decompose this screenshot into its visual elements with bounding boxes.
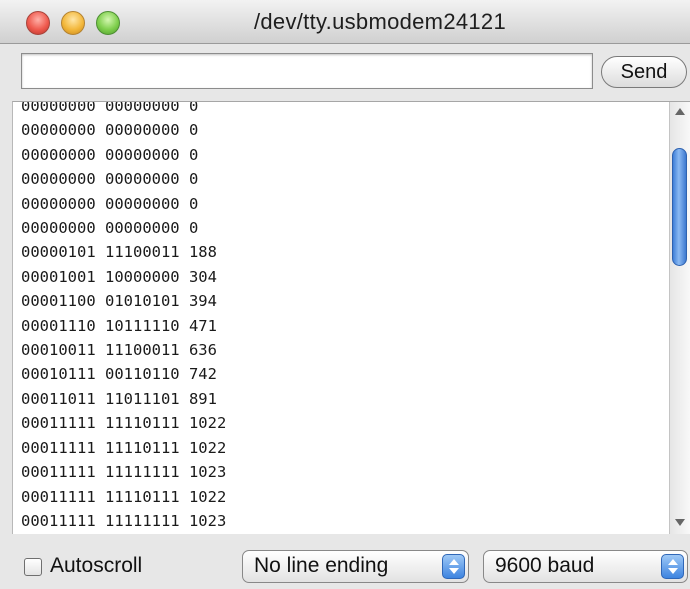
scroll-thumb[interactable] (672, 148, 687, 266)
serial-output-lines: 00000000 00000000 0 00000000 00000000 0 00… (21, 101, 661, 533)
serial-output-line: 00000000 00000000 0 (21, 145, 199, 164)
baud-rate-select[interactable]: 9600 baud (483, 550, 688, 583)
serial-output-line: 00011011 11011101 891 (21, 389, 217, 408)
autoscroll-checkbox[interactable] (24, 558, 42, 576)
zoom-window-icon[interactable] (96, 11, 120, 35)
serial-output-line: 00001110 10111110 471 (21, 316, 217, 335)
serial-output-line: 00000000 00000000 0 (21, 170, 199, 189)
serial-output-line: 00011111 11110111 1022 (21, 487, 227, 506)
serial-output-line: 00001100 01010101 394 (21, 292, 217, 311)
serial-output[interactable]: 00000000 00000000 0 00000000 00000000 0 00… (12, 101, 690, 534)
baud-rate-value: 9600 baud (495, 554, 595, 577)
serial-output-line: 00000000 00000000 0 (21, 194, 199, 213)
title-bar: /dev/tty.usbmodem24121 (0, 0, 690, 44)
autoscroll-label[interactable]: Autoscroll (50, 554, 142, 578)
serial-output-line: 00001001 10000000 304 (21, 267, 217, 286)
serial-monitor-window: /dev/tty.usbmodem24121 Send 00000000 000… (0, 0, 690, 589)
scroll-up-arrow-icon[interactable] (675, 108, 685, 115)
serial-output-line: 00010011 11100011 636 (21, 341, 217, 360)
line-ending-value: No line ending (254, 554, 389, 577)
vertical-scrollbar[interactable] (669, 102, 690, 534)
serial-output-line: 00000000 00000000 0 (21, 121, 199, 140)
window-title: /dev/tty.usbmodem24121 (253, 9, 506, 34)
serial-output-line: 00010111 00110110 742 (21, 365, 217, 384)
serial-output-line: 00011111 11111111 1023 (21, 463, 227, 482)
serial-output-line: 00011111 11111111 1023 (21, 511, 227, 530)
minimize-window-icon[interactable] (61, 11, 85, 35)
line-ending-select[interactable]: No line ending (242, 550, 469, 583)
bottom-toolbar: Autoscroll No line ending 9600 baud (0, 534, 690, 589)
baud-rate-stepper-icon (661, 554, 684, 579)
close-window-icon[interactable] (26, 11, 50, 35)
serial-output-line: 00000000 00000000 0 (21, 101, 199, 115)
serial-output-line: 00011111 11110111 1022 (21, 414, 227, 433)
send-button[interactable]: Send (601, 56, 687, 88)
send-input[interactable] (21, 53, 593, 89)
serial-output-line: 00011111 11110111 1022 (21, 438, 227, 457)
scroll-down-arrow-icon[interactable] (675, 519, 685, 526)
serial-output-line: 00000101 11100011 188 (21, 243, 217, 262)
line-ending-stepper-icon (442, 554, 465, 579)
serial-output-line: 00000000 00000000 0 (21, 219, 199, 238)
